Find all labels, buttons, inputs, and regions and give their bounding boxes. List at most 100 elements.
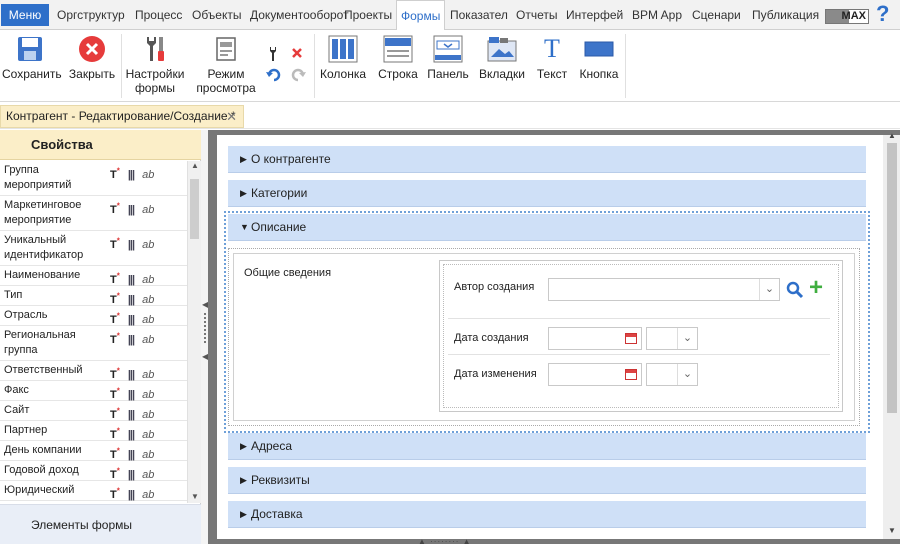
columns-icon[interactable]: |||: [128, 488, 135, 503]
expand-caret-icon[interactable]: ▶: [240, 467, 247, 494]
delete-icon[interactable]: [291, 47, 305, 61]
text-type-icon[interactable]: T*: [110, 426, 120, 441]
modified-date-input[interactable]: [548, 363, 642, 386]
text-type-icon[interactable]: T*: [110, 311, 120, 326]
property-row[interactable]: Маркетинговое мероприятие T* ||| ab: [0, 196, 187, 231]
property-row[interactable]: Партнер T* ||| ab: [0, 421, 187, 441]
close-button[interactable]: Закрыть: [64, 34, 120, 81]
menu-item-scenarios[interactable]: Сценари: [692, 0, 741, 30]
property-row[interactable]: Тип T* ||| ab: [0, 286, 187, 306]
menu-item-interface[interactable]: Интерфей: [566, 0, 623, 30]
text-button[interactable]: T Текст: [532, 34, 572, 82]
columns-icon[interactable]: |||: [128, 168, 135, 183]
canvas-scrollbar[interactable]: ▲ ▼: [883, 131, 900, 539]
text-type-icon[interactable]: T*: [110, 271, 120, 286]
text-type-icon[interactable]: T*: [110, 366, 120, 381]
properties-scrollbar[interactable]: ▲ ▼: [187, 161, 201, 503]
menu-item-publication[interactable]: Публикация: [752, 0, 819, 30]
form-settings-button[interactable]: Настройки формы: [124, 34, 186, 95]
text-type-icon[interactable]: T*: [110, 291, 120, 306]
add-icon[interactable]: +: [809, 276, 823, 300]
section-categories[interactable]: ▶ Категории: [228, 180, 866, 207]
button-element-button[interactable]: Кнопка: [578, 34, 620, 81]
text-type-icon[interactable]: T*: [110, 166, 120, 181]
text-type-icon[interactable]: T*: [110, 486, 120, 501]
label-text-icon[interactable]: ab: [142, 238, 154, 253]
scroll-thumb[interactable]: [190, 179, 199, 239]
document-tab[interactable]: Контрагент - Редактирование/Создание * ✕: [0, 105, 244, 128]
bottom-splitter-grip[interactable]: ▲ ········ ▲: [418, 537, 472, 544]
property-row[interactable]: Факс T* ||| ab: [0, 381, 187, 401]
label-text-icon[interactable]: ab: [142, 488, 154, 503]
chevron-down-icon[interactable]: ⌄: [677, 328, 697, 349]
property-row[interactable]: Группа мероприятий T* ||| ab: [0, 161, 187, 196]
scroll-down-arrow-icon[interactable]: ▼: [888, 526, 896, 535]
help-icon[interactable]: ?: [876, 2, 889, 26]
property-row[interactable]: Региональная группа T* ||| ab: [0, 326, 187, 361]
property-row[interactable]: Годовой доход T* ||| ab: [0, 461, 187, 481]
panel-button[interactable]: Панель: [426, 34, 470, 81]
wrench-icon[interactable]: [266, 46, 280, 62]
expand-caret-icon[interactable]: ▶: [240, 501, 247, 528]
calendar-icon[interactable]: [625, 369, 637, 380]
property-row[interactable]: Отрасль T* ||| ab: [0, 306, 187, 326]
expand-caret-icon[interactable]: ▶: [240, 433, 247, 460]
max-level-indicator[interactable]: MAX: [825, 9, 869, 24]
section-addresses[interactable]: ▶ Адреса: [228, 433, 866, 460]
menu-item-reports[interactable]: Отчеты: [516, 0, 557, 30]
row-button[interactable]: Строка: [376, 34, 420, 81]
modified-time-select[interactable]: ⌄: [646, 363, 698, 386]
columns-icon[interactable]: |||: [128, 238, 135, 253]
redo-icon[interactable]: [290, 68, 306, 82]
property-row[interactable]: День компании T* ||| ab: [0, 441, 187, 461]
columns-icon[interactable]: |||: [128, 203, 135, 218]
text-type-icon[interactable]: T*: [110, 446, 120, 461]
expand-caret-icon[interactable]: ▶: [240, 146, 247, 173]
section-delivery[interactable]: ▶ Доставка: [228, 501, 866, 528]
menu-item-documents[interactable]: Документооборот: [250, 0, 349, 30]
close-tab-icon[interactable]: ✕: [226, 106, 237, 127]
scroll-down-arrow-icon[interactable]: ▼: [191, 492, 199, 501]
canvas-scroll-thumb[interactable]: [887, 143, 897, 413]
tabs-button[interactable]: Вкладки: [478, 34, 526, 81]
text-type-icon[interactable]: T*: [110, 201, 120, 216]
menu-item-forms[interactable]: Формы: [396, 0, 446, 31]
undo-icon[interactable]: [266, 68, 282, 82]
columns-icon[interactable]: |||: [128, 333, 135, 348]
label-text-icon[interactable]: ab: [142, 168, 154, 183]
section-description[interactable]: ▼ Описание: [228, 214, 866, 241]
property-row[interactable]: Юридический T* ||| ab: [0, 481, 187, 501]
preview-mode-button[interactable]: Режим просмотра: [194, 34, 258, 95]
created-date-input[interactable]: [548, 327, 642, 350]
property-row[interactable]: Уникальный идентификатор T* ||| ab: [0, 231, 187, 266]
panel-splitter[interactable]: ◀ ◀: [201, 130, 208, 544]
menu-item-process[interactable]: Процесс: [135, 0, 182, 30]
author-select[interactable]: ⌄: [548, 278, 780, 301]
form-elements-tab[interactable]: Элементы формы: [0, 504, 201, 544]
text-type-icon[interactable]: T*: [110, 331, 120, 346]
text-type-icon[interactable]: T*: [110, 386, 120, 401]
menu-item-projects[interactable]: Проекты: [344, 0, 392, 30]
created-time-select[interactable]: ⌄: [646, 327, 698, 350]
scroll-up-arrow-icon[interactable]: ▲: [888, 131, 896, 140]
menu-item-bpm-app[interactable]: BPM App: [632, 0, 682, 30]
splitter-grip[interactable]: [204, 313, 206, 343]
main-menu-button[interactable]: Меню: [1, 4, 49, 26]
menu-item-objects[interactable]: Объекты: [192, 0, 242, 30]
menu-item-org-structure[interactable]: Оргструктур: [57, 0, 125, 30]
section-requisites[interactable]: ▶ Реквизиты: [228, 467, 866, 494]
section-about-counterparty[interactable]: ▶ О контрагенте: [228, 146, 866, 173]
label-text-icon[interactable]: ab: [142, 333, 154, 348]
menu-item-indicators[interactable]: Показател: [450, 0, 508, 30]
property-row[interactable]: Сайт T* ||| ab: [0, 401, 187, 421]
text-type-icon[interactable]: T*: [110, 406, 120, 421]
text-type-icon[interactable]: T*: [110, 236, 120, 251]
scroll-up-arrow-icon[interactable]: ▲: [191, 161, 199, 170]
calendar-icon[interactable]: [625, 333, 637, 344]
text-type-icon[interactable]: T*: [110, 466, 120, 481]
label-text-icon[interactable]: ab: [142, 203, 154, 218]
chevron-down-icon[interactable]: ⌄: [759, 279, 779, 300]
save-button[interactable]: Сохранить: [2, 34, 62, 81]
expand-caret-icon[interactable]: ▶: [240, 180, 247, 207]
search-icon[interactable]: [786, 281, 804, 302]
